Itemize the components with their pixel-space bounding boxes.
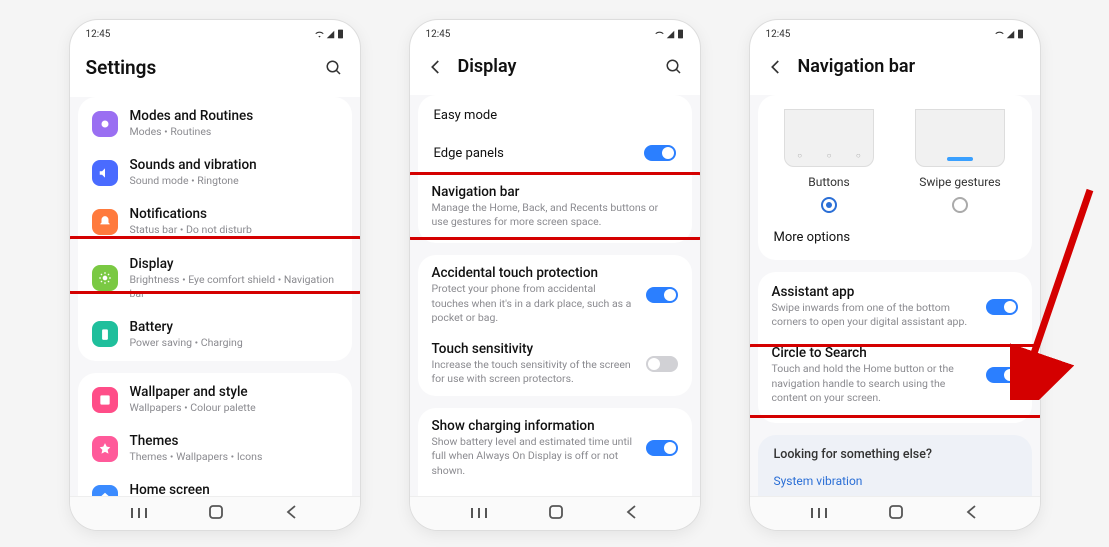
item-charging-info[interactable]: Show charging informationShow battery le…	[418, 410, 692, 486]
themes-icon	[92, 436, 118, 462]
display-icon	[92, 265, 118, 291]
page-title: Navigation bar	[798, 56, 1024, 77]
status-bar: 12:45	[750, 20, 1040, 44]
page-title: Settings	[86, 56, 312, 79]
toggle-touch-sens[interactable]	[646, 356, 678, 372]
item-more-options[interactable]: More options	[758, 219, 1032, 256]
status-time: 12:45	[766, 29, 791, 40]
link-system-vibration[interactable]: System vibration	[758, 466, 1032, 496]
home-button[interactable]	[209, 504, 223, 523]
toggle-edge-panels[interactable]	[644, 145, 676, 161]
toggle-charging[interactable]	[646, 440, 678, 456]
header: Display	[410, 44, 700, 95]
radio-swipe[interactable]	[952, 197, 968, 213]
option-buttons-label: Buttons	[808, 175, 850, 189]
chevron-left-icon	[767, 58, 785, 76]
item-touch-sensitivity[interactable]: Touch sensitivityIncrease the touch sens…	[418, 333, 692, 394]
phone-navbar: 12:45 Navigation bar ○○○ Buttons	[750, 20, 1040, 530]
item-edge-panels[interactable]: Edge panels	[418, 134, 692, 172]
option-buttons[interactable]: ○○○ Buttons	[784, 109, 874, 213]
radio-buttons[interactable]	[821, 197, 837, 213]
status-icons	[315, 29, 344, 39]
display-list: Easy mode Edge panels Navigation barMana…	[410, 95, 700, 496]
status-time: 12:45	[86, 29, 111, 40]
item-navigation-bar[interactable]: Navigation barManage the Home, Back, and…	[418, 172, 692, 241]
option-swipe[interactable]: Swipe gestures	[915, 109, 1005, 213]
recents-button[interactable]	[131, 504, 147, 523]
item-themes[interactable]: ThemesThemes • Wallpapers • Icons	[78, 424, 352, 473]
item-display[interactable]: DisplayBrightness • Eye comfort shield •…	[78, 247, 352, 310]
item-sounds[interactable]: Sounds and vibrationSound mode • Rington…	[78, 148, 352, 197]
item-wallpaper[interactable]: Wallpaper and styleWallpapers • Colour p…	[78, 375, 352, 424]
header: Navigation bar	[750, 44, 1040, 95]
navbar-settings: ○○○ Buttons Swipe gestures More options	[750, 95, 1040, 496]
page-title: Display	[458, 56, 652, 77]
item-modes-routines[interactable]: Modes and RoutinesModes • Routines	[78, 99, 352, 148]
phone-settings: 12:45 Settings Modes and RoutinesModes •…	[70, 20, 360, 530]
nav-bar	[70, 496, 360, 530]
option-swipe-label: Swipe gestures	[919, 175, 1001, 189]
back-button[interactable]	[626, 504, 638, 523]
toggle-assistant[interactable]	[986, 299, 1018, 315]
recents-button[interactable]	[471, 504, 487, 523]
home-icon	[92, 485, 118, 496]
item-accidental-touch[interactable]: Accidental touch protectionProtect your …	[418, 257, 692, 333]
search-icon	[665, 58, 683, 76]
battery-icon	[92, 321, 118, 347]
item-assistant-app[interactable]: Assistant appSwipe inwards from one of t…	[758, 276, 1032, 337]
looking-for: Looking for something else?	[758, 435, 1032, 466]
status-icons	[655, 29, 684, 39]
sound-icon	[92, 160, 118, 186]
chevron-left-icon	[427, 58, 445, 76]
back-button[interactable]	[966, 504, 978, 523]
search-icon	[325, 59, 343, 77]
preview-swipe	[915, 109, 1005, 167]
item-battery[interactable]: BatteryPower saving • Charging	[78, 310, 352, 359]
toggle-circle-search[interactable]	[986, 367, 1018, 383]
back-button-header[interactable]	[766, 57, 786, 77]
wallpaper-icon	[92, 387, 118, 413]
nav-bar	[750, 496, 1040, 530]
item-circle-search[interactable]: Circle to SearchTouch and hold the Home …	[758, 337, 1032, 419]
home-button[interactable]	[889, 504, 903, 523]
home-button[interactable]	[549, 504, 563, 523]
settings-list: Modes and RoutinesModes • Routines Sound…	[70, 97, 360, 496]
notif-icon	[92, 209, 118, 235]
item-home-screen[interactable]: Home screenLayout • App icon badges	[78, 473, 352, 496]
modes-icon	[92, 111, 118, 137]
toggle-accidental[interactable]	[646, 287, 678, 303]
search-button[interactable]	[664, 57, 684, 77]
status-bar: 12:45	[70, 20, 360, 44]
header: Settings	[70, 44, 360, 97]
item-notifications[interactable]: NotificationsStatus bar • Do not disturb	[78, 197, 352, 246]
preview-buttons: ○○○	[784, 109, 874, 167]
search-button[interactable]	[324, 58, 344, 78]
back-button-header[interactable]	[426, 57, 446, 77]
status-icons	[995, 29, 1024, 39]
item-screen-saver[interactable]: Screen saver	[418, 486, 692, 496]
nav-bar	[410, 496, 700, 530]
phone-display: 12:45 Display Easy mode Edge panels Navi…	[410, 20, 700, 530]
recents-button[interactable]	[811, 504, 827, 523]
status-bar: 12:45	[410, 20, 700, 44]
status-time: 12:45	[426, 29, 451, 40]
back-button[interactable]	[286, 504, 298, 523]
item-easy-mode[interactable]: Easy mode	[418, 97, 692, 134]
